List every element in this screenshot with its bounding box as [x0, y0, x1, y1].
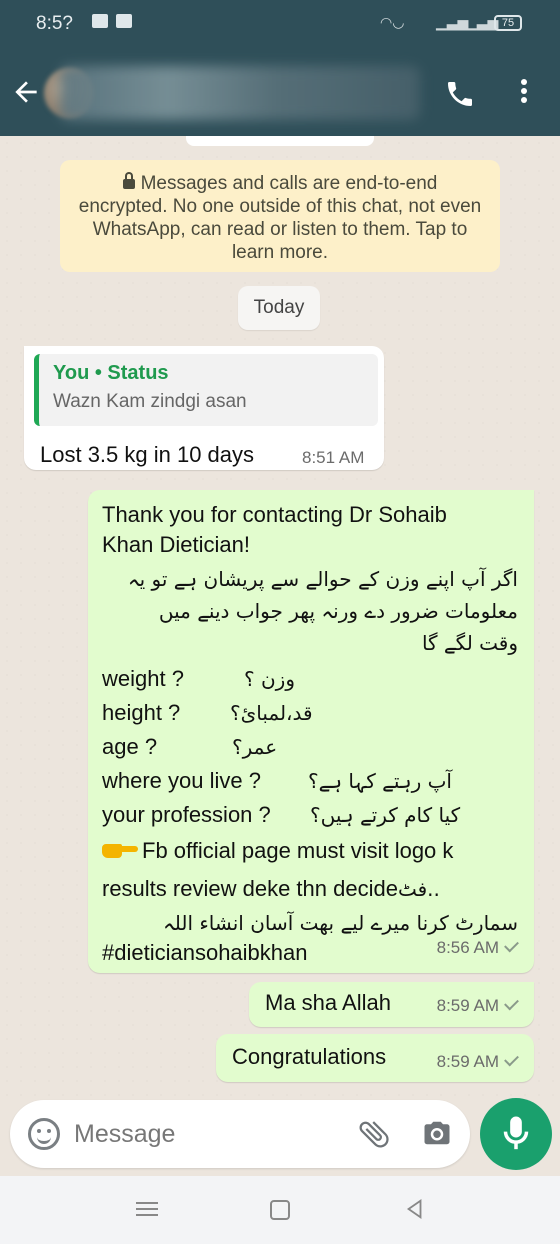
- camera-icon[interactable]: [420, 1118, 454, 1148]
- encryption-notice[interactable]: Messages and calls are end-to-end encryp…: [60, 160, 500, 272]
- message-bubble-outgoing[interactable]: Congratulations 8:59 AM: [216, 1034, 534, 1082]
- question-live-urdu: آپ رہتے کہا ہے؟: [308, 769, 452, 793]
- question-age-urdu: عمر؟: [232, 735, 278, 759]
- message-composer: [10, 1100, 470, 1168]
- message-line: Thank you for contacting Dr Sohaib: [102, 502, 447, 527]
- question-weight: weight ?: [102, 666, 184, 691]
- message-notification-icon: [116, 14, 132, 28]
- message-text: Ma sha Allah: [265, 990, 391, 1015]
- message-line-urdu: معلومات ضرور دے ورنہ پھر جواب دینے میں: [158, 599, 518, 623]
- question-height: height ?: [102, 700, 181, 725]
- pointing-hand-icon: [102, 840, 138, 860]
- message-bubble-outgoing[interactable]: Thank you for contacting Dr Sohaib Khan …: [88, 490, 534, 973]
- emoji-icon[interactable]: [28, 1118, 60, 1150]
- message-text: Congratulations: [232, 1044, 387, 1069]
- message-input[interactable]: [74, 1116, 334, 1152]
- message-text: Lost 3.5 kg in 10 days: [40, 442, 255, 467]
- mic-icon: [503, 1116, 529, 1150]
- question-height-urdu: قد،لمبائ؟: [230, 701, 313, 725]
- call-icon[interactable]: [444, 78, 476, 110]
- contact-name[interactable]: [60, 66, 420, 120]
- back-arrow-icon[interactable]: [10, 76, 42, 108]
- quote-text: Wazn Kam zindgi asan: [53, 391, 247, 412]
- message-time: 8:56 AM: [436, 938, 499, 957]
- message-bubble-outgoing[interactable]: Ma sha Allah 8:59 AM: [249, 982, 534, 1027]
- question-profession: your profession ?: [102, 802, 271, 827]
- sent-tick-icon: [504, 995, 519, 1011]
- question-live: where you live ?: [102, 768, 261, 793]
- message-line: Fb official page must visit logo k: [142, 838, 454, 863]
- status-time: 8:5?: [36, 13, 73, 34]
- system-nav-bar: [0, 1176, 560, 1244]
- lock-icon: [122, 172, 135, 189]
- message-time: 8:59 AM: [436, 1052, 499, 1071]
- status-reply-quote[interactable]: You • Status Wazn Kam zindgi asan: [34, 354, 378, 426]
- sent-tick-icon: [504, 937, 519, 953]
- battery-icon: 75: [494, 15, 522, 31]
- more-vert-icon[interactable]: [512, 76, 536, 108]
- message-line-urdu: فٹ..: [397, 877, 440, 901]
- message-line: results review deke thn decide: [102, 876, 398, 901]
- home-icon[interactable]: [270, 1200, 290, 1220]
- notification-icon: [92, 14, 108, 28]
- message-line-urdu: وقت لگے گا: [421, 631, 518, 655]
- attach-icon[interactable]: [356, 1114, 392, 1154]
- chat-header: [0, 48, 560, 136]
- voice-record-button[interactable]: [480, 1098, 552, 1170]
- chat-area[interactable]: Messages and calls are end-to-end encryp…: [0, 136, 560, 1098]
- message-time: 8:51 AM: [302, 448, 365, 467]
- message-line: Khan Dietician!: [102, 532, 250, 557]
- signal-icon: ▁▃▅: [436, 14, 469, 30]
- date-chip: Today: [238, 286, 320, 330]
- recents-icon[interactable]: [136, 1198, 158, 1220]
- question-weight-urdu: وزن ؟: [244, 667, 295, 691]
- question-age: age ?: [102, 734, 158, 759]
- previous-message-edge: [186, 136, 374, 146]
- nav-back-icon[interactable]: [404, 1198, 426, 1220]
- encryption-text: Messages and calls are end-to-end encryp…: [78, 173, 482, 263]
- wifi-icon: ◠◡: [380, 14, 405, 30]
- status-bar: 8:5? ◠◡ ▁▃▅ ▁▃▅ 75: [0, 0, 560, 48]
- message-bubble-incoming[interactable]: You • Status Wazn Kam zindgi asan Lost 3…: [24, 346, 384, 470]
- composer-bar: [0, 1098, 560, 1174]
- hashtag-link[interactable]: #dieticiansohaibkhan: [102, 938, 308, 968]
- quote-author: You • Status: [53, 362, 169, 384]
- sent-tick-icon: [504, 1051, 519, 1067]
- message-line-urdu: اگر آپ اپنے وزن کے حوالے سے پریشان ہے تو…: [127, 567, 518, 591]
- message-time: 8:59 AM: [436, 996, 499, 1015]
- question-profession-urdu: کیا کام کرتے ہیں؟: [310, 803, 461, 827]
